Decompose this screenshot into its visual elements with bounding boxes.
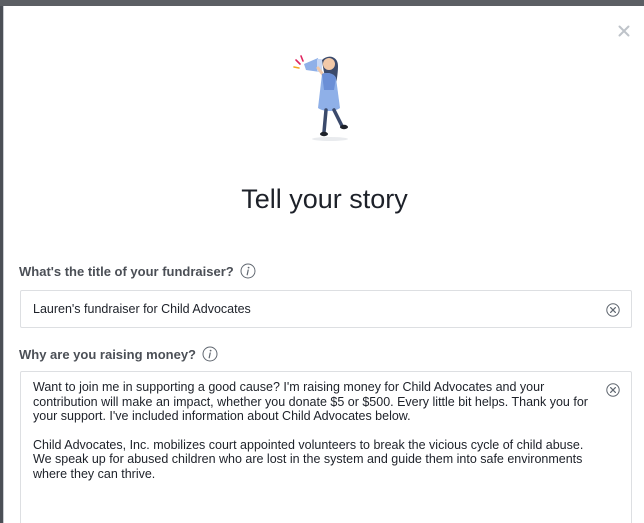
fundraiser-title-label-text: What's the title of your fundraiser? — [19, 263, 234, 279]
reason-label: Why are you raising money? — [19, 346, 218, 362]
fundraiser-title-value: Lauren's fundraiser for Child Advocates — [33, 302, 251, 316]
fundraiser-title-label: What's the title of your fundraiser? — [19, 263, 256, 279]
close-icon[interactable] — [616, 23, 632, 39]
tell-your-story-dialog: Tell your story What's the title of your… — [3, 6, 644, 523]
clear-reason-icon[interactable] — [606, 383, 620, 397]
reason-text: Want to join me in supporting a good cau… — [33, 380, 593, 495]
info-icon[interactable] — [240, 263, 256, 279]
reason-paragraph-2: Child Advocates, Inc. mobilizes court ap… — [33, 437, 584, 481]
fundraiser-title-input[interactable]: Lauren's fundraiser for Child Advocates — [20, 290, 632, 328]
info-icon[interactable] — [202, 346, 218, 362]
reason-paragraph-1: Want to join me in supporting a good cau… — [33, 380, 588, 423]
clear-title-icon[interactable] — [606, 303, 620, 317]
reason-textarea[interactable]: Want to join me in supporting a good cau… — [20, 371, 632, 523]
reason-label-text: Why are you raising money? — [19, 346, 196, 362]
dialog-title: Tell your story — [241, 184, 408, 214]
megaphone-person-illustration — [284, 46, 364, 146]
